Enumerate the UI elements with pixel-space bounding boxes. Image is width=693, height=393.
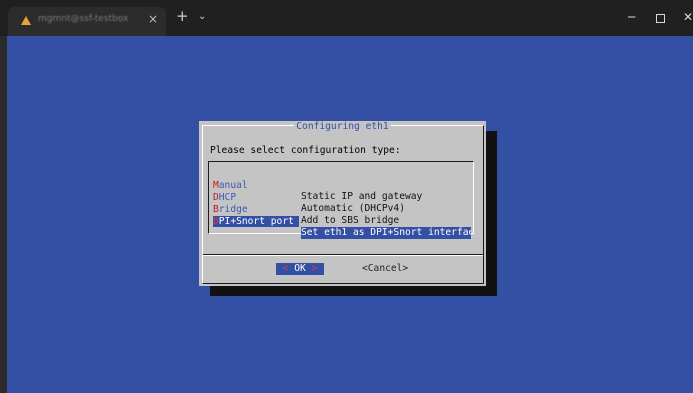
list-item-bridge[interactable]: Bridge Add to SBS bridge xyxy=(213,192,399,227)
dialog-title-text: Configuring eth1 xyxy=(294,121,391,132)
button-divider xyxy=(203,254,483,256)
ok-button[interactable]: < OK > xyxy=(276,263,324,275)
list-item-tag: DPI+Snort port xyxy=(213,215,299,228)
close-window-icon[interactable]: ✕ xyxy=(683,10,693,24)
ok-right-bracket: > xyxy=(311,263,318,274)
list-item-dpi-snort[interactable]: DPI+Snort port Set eth1 as DPI+Snort int… xyxy=(213,204,471,240)
dialog-prompt: Please select configuration type: xyxy=(210,145,401,156)
app-icon xyxy=(21,16,31,25)
dialog-title: Configuring eth1 xyxy=(199,121,486,133)
cancel-button[interactable]: <Cancel> xyxy=(362,263,408,275)
list-item-description: Add to SBS bridge xyxy=(301,215,400,227)
list-item-dhcp[interactable]: DHCP Automatic (DHCPv4) xyxy=(213,180,405,215)
tab-title: mgmnt@ssf-testbox xyxy=(38,14,129,24)
list-item-description: Static IP and gateway xyxy=(301,191,423,203)
tab-dropdown-icon[interactable]: ⌄ xyxy=(198,11,206,22)
list-item-manual[interactable]: Manual Static IP and gateway xyxy=(213,168,422,203)
maximize-icon[interactable] xyxy=(656,14,665,23)
tab-close-icon[interactable]: × xyxy=(148,12,158,26)
title-bar: mgmnt@ssf-testbox × + ⌄ ─ ✕ xyxy=(0,0,693,36)
config-type-list: Manual Static IP and gateway DHCP Automa… xyxy=(208,161,474,240)
new-tab-icon[interactable]: + xyxy=(176,9,189,24)
config-dialog: Configuring eth1 Please select configura… xyxy=(199,121,486,286)
ok-label: OK xyxy=(288,263,312,274)
tag-rest: PI+Snort port xyxy=(218,215,294,227)
terminal-tab[interactable]: mgmnt@ssf-testbox × xyxy=(8,7,166,36)
list-item-description: Set eth1 as DPI+Snort interfae xyxy=(301,227,471,240)
minimize-icon[interactable]: ─ xyxy=(628,10,635,24)
list-item-description: Automatic (DHCPv4) xyxy=(301,203,405,215)
